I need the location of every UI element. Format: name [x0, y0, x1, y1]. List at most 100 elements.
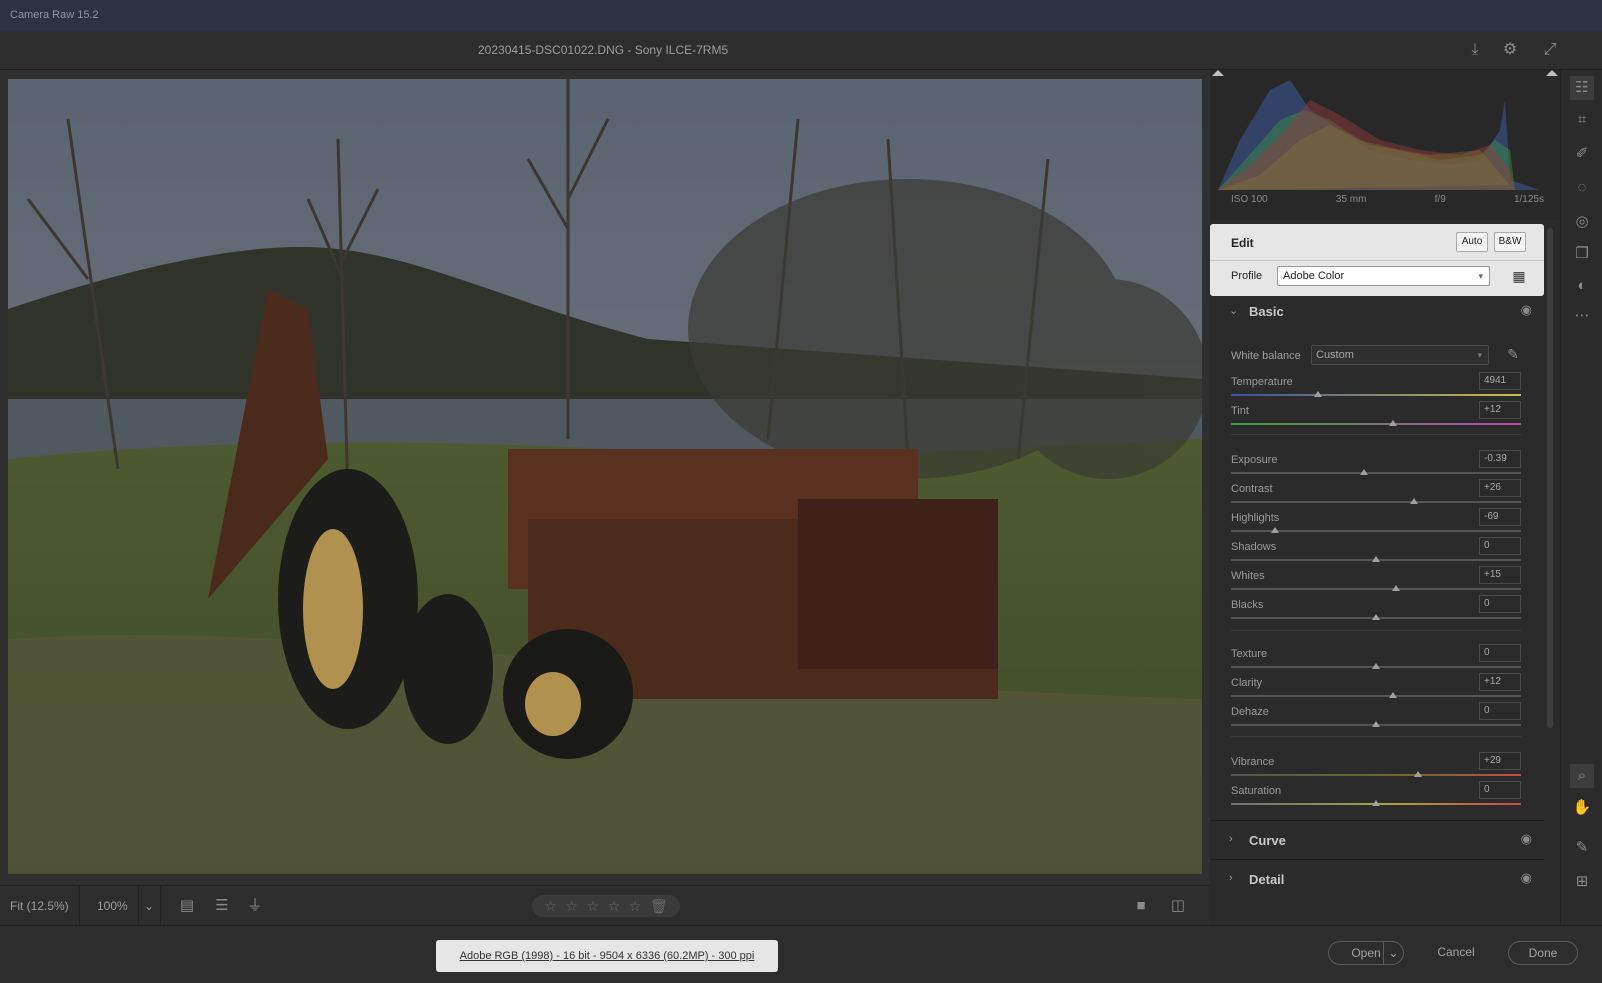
- slider-track[interactable]: [1231, 423, 1521, 425]
- slider-track[interactable]: [1231, 394, 1521, 396]
- curve-section-header[interactable]: › Curve ◉: [1210, 820, 1544, 858]
- slider-value-input[interactable]: 0: [1479, 644, 1521, 662]
- open-dropdown-chevron-icon[interactable]: ⌄: [1383, 942, 1403, 964]
- slider-value-input[interactable]: +15: [1479, 566, 1521, 584]
- healing-brush-icon[interactable]: ✐: [1570, 142, 1594, 166]
- sort-icon[interactable]: ☰: [211, 896, 233, 916]
- slider-value-input[interactable]: 4941: [1479, 372, 1521, 390]
- chevron-right-icon: ›: [1229, 872, 1233, 884]
- slider-track[interactable]: [1231, 774, 1521, 776]
- slider-value-input[interactable]: -69: [1479, 508, 1521, 526]
- slider-exposure[interactable]: Exposure -0.39: [1231, 450, 1521, 482]
- eye-icon[interactable]: ◉: [1521, 302, 1532, 318]
- slider-texture[interactable]: Texture 0: [1231, 644, 1521, 676]
- slider-track[interactable]: [1231, 695, 1521, 697]
- slider-thumb[interactable]: [1372, 556, 1380, 562]
- snapshots-icon[interactable]: ❐: [1570, 242, 1594, 266]
- filter-icon[interactable]: ⏚: [244, 896, 266, 916]
- slider-value-input[interactable]: 0: [1479, 781, 1521, 799]
- slider-blacks[interactable]: Blacks 0: [1231, 595, 1521, 627]
- slider-thumb[interactable]: [1409, 498, 1418, 504]
- star-icon[interactable]: ☆: [587, 898, 600, 915]
- slider-value-input[interactable]: +12: [1479, 673, 1521, 691]
- slider-thumb[interactable]: [1414, 771, 1423, 777]
- star-icon[interactable]: ☆: [544, 898, 557, 915]
- save-icon[interactable]: ⤓: [1465, 40, 1485, 60]
- gear-icon[interactable]: ⚙: [1500, 40, 1520, 60]
- mask-icon[interactable]: ◌: [1570, 176, 1594, 200]
- zoom-fit-button[interactable]: Fit (12.5%): [0, 886, 80, 926]
- panel-scrollbar[interactable]: [1546, 228, 1554, 918]
- edit-sliders-icon[interactable]: ☷: [1570, 76, 1594, 100]
- slider-track[interactable]: [1231, 472, 1521, 474]
- more-icon[interactable]: ⋯: [1570, 304, 1594, 328]
- slider-thumb[interactable]: [1372, 663, 1380, 669]
- rating-stars[interactable]: ☆ ☆ ☆ ☆ ☆ 🗑: [532, 895, 680, 917]
- profile-browser-icon[interactable]: ▦: [1510, 267, 1528, 285]
- star-icon[interactable]: ☆: [565, 898, 578, 915]
- slider-value-input[interactable]: +29: [1479, 752, 1521, 770]
- slider-thumb[interactable]: [1372, 721, 1380, 727]
- detail-section-header[interactable]: › Detail ◉: [1210, 859, 1544, 897]
- tool-strip: ☷ ⌗ ✐ ◌ ◎ ❐ ◐ ⋯ ⌕ ✋ ✎ ⊞: [1560, 70, 1602, 925]
- star-icon[interactable]: ☆: [629, 898, 642, 915]
- crop-icon[interactable]: ⌗: [1570, 108, 1594, 132]
- slider-value-input[interactable]: 0: [1479, 537, 1521, 555]
- slider-value-input[interactable]: 0: [1479, 595, 1521, 613]
- slider-thumb[interactable]: [1270, 527, 1279, 533]
- slider-value-input[interactable]: +26: [1479, 479, 1521, 497]
- slider-thumb[interactable]: [1372, 614, 1380, 620]
- image-canvas[interactable]: [0, 70, 1210, 885]
- cancel-button[interactable]: Cancel: [1420, 941, 1492, 965]
- slider-tint[interactable]: Tint +12: [1231, 401, 1521, 433]
- slider-value-input[interactable]: -0.39: [1479, 450, 1521, 468]
- slider-temperature[interactable]: Temperature 4941: [1231, 372, 1521, 404]
- open-button[interactable]: Open ⌄: [1328, 941, 1404, 965]
- zoom-100-button[interactable]: 100%: [87, 886, 139, 926]
- filmstrip-icon[interactable]: ▤: [176, 896, 198, 916]
- preview-mode-icon[interactable]: ■: [1130, 896, 1152, 916]
- color-sampler-icon[interactable]: ✎: [1570, 836, 1594, 860]
- slider-thumb[interactable]: [1392, 585, 1401, 591]
- slider-value-input[interactable]: 0: [1479, 702, 1521, 720]
- slider-thumb[interactable]: [1372, 800, 1380, 806]
- slider-thumb[interactable]: [1314, 391, 1322, 397]
- eyedropper-icon[interactable]: ✎: [1502, 343, 1524, 365]
- scrollbar-thumb[interactable]: [1547, 228, 1553, 728]
- before-after-icon[interactable]: ◫: [1167, 896, 1189, 916]
- zoom-icon[interactable]: ⌕: [1570, 764, 1594, 788]
- grid-icon[interactable]: ⊞: [1570, 870, 1594, 894]
- slider-contrast[interactable]: Contrast +26: [1231, 479, 1521, 511]
- slider-thumb[interactable]: [1389, 420, 1398, 426]
- auto-button[interactable]: Auto: [1456, 232, 1488, 252]
- fullscreen-icon[interactable]: ⤢: [1540, 40, 1560, 60]
- photo-preview[interactable]: [8, 79, 1202, 874]
- white-balance-select[interactable]: Custom ▾: [1311, 345, 1489, 365]
- profile-select[interactable]: Adobe Color ▾: [1277, 266, 1490, 286]
- bw-button[interactable]: B&W: [1494, 232, 1526, 252]
- presets-icon[interactable]: ◐: [1570, 274, 1594, 298]
- slider-shadows[interactable]: Shadows 0: [1231, 537, 1521, 569]
- workflow-options-link[interactable]: Adobe RGB (1998) - 16 bit - 9504 x 6336 …: [436, 940, 778, 972]
- slider-highlights[interactable]: Highlights -69: [1231, 508, 1521, 540]
- zoom-dropdown-chevron-icon[interactable]: ⌄: [138, 886, 162, 926]
- red-eye-icon[interactable]: ◎: [1570, 210, 1594, 234]
- slider-saturation[interactable]: Saturation 0: [1231, 781, 1521, 813]
- eye-icon[interactable]: ◉: [1521, 870, 1532, 886]
- trash-icon[interactable]: 🗑: [650, 898, 668, 915]
- slider-whites[interactable]: Whites +15: [1231, 566, 1521, 598]
- slider-vibrance[interactable]: Vibrance +29: [1231, 752, 1521, 784]
- eye-icon[interactable]: ◉: [1521, 831, 1532, 847]
- basic-section-header[interactable]: ⌄ Basic ◉: [1210, 298, 1544, 326]
- slider-thumb[interactable]: [1360, 469, 1369, 475]
- slider-value-input[interactable]: +12: [1479, 401, 1521, 419]
- edit-title: Edit: [1231, 236, 1254, 250]
- slider-dehaze[interactable]: Dehaze 0: [1231, 702, 1521, 734]
- hand-icon[interactable]: ✋: [1570, 796, 1594, 820]
- slider-thumb[interactable]: [1389, 692, 1398, 698]
- slider-track[interactable]: [1231, 501, 1521, 503]
- done-button[interactable]: Done: [1508, 941, 1578, 965]
- star-icon[interactable]: ☆: [608, 898, 621, 915]
- slider-clarity[interactable]: Clarity +12: [1231, 673, 1521, 705]
- slider-track[interactable]: [1231, 588, 1521, 590]
